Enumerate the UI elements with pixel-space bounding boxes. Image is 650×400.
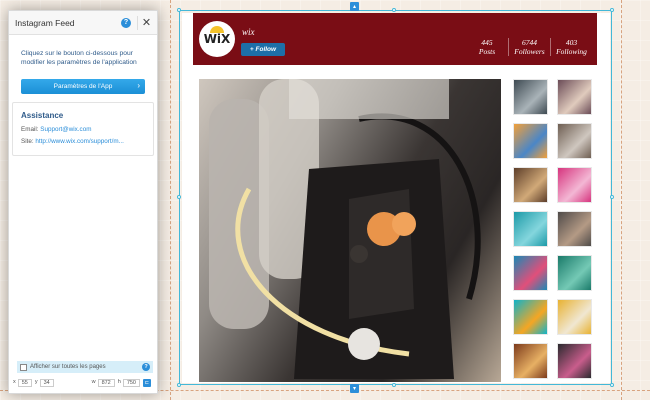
resize-handle[interactable] — [392, 383, 396, 387]
help-icon[interactable]: ? — [142, 363, 150, 371]
w-label: w — [91, 379, 96, 385]
panel-intro-text: Cliquez sur le bouton ci-dessous pour mo… — [21, 50, 137, 66]
bottom-anchor-icon[interactable]: ▾ — [350, 384, 359, 393]
resize-handle[interactable] — [610, 195, 614, 199]
help-icon[interactable]: ? — [121, 17, 131, 28]
panel-header: Instagram Feed ? ✕ — [9, 11, 157, 35]
support-email-link[interactable]: Support@wix.com — [40, 126, 91, 133]
h-label: h — [117, 379, 121, 385]
resize-handle[interactable] — [177, 8, 181, 12]
assistance-box: Assistance Email: Support@wix.com Site: … — [12, 102, 154, 156]
x-input[interactable]: 55 — [17, 379, 32, 387]
height-input[interactable]: 750 — [122, 379, 140, 387]
email-label: Email: — [21, 126, 39, 133]
show-on-all-pages-label: Afficher sur toutes les pages — [30, 364, 106, 370]
resize-handle[interactable] — [610, 383, 614, 387]
show-on-all-pages-row: Afficher sur toutes les pages ? — [17, 361, 153, 373]
layout-guide — [170, 0, 171, 400]
x-label: x — [13, 379, 16, 385]
assistance-title: Assistance — [21, 111, 64, 120]
resize-handle[interactable] — [610, 8, 614, 12]
resize-handle[interactable] — [177, 383, 181, 387]
layout-guide — [621, 0, 622, 400]
selection-frame[interactable]: ▴ ▾ — [177, 2, 614, 393]
settings-panel: Instagram Feed ? ✕ Cliquez sur le bouton… — [8, 10, 158, 394]
site-row: Site: http://www.wix.com/support/m... — [21, 138, 145, 145]
app-settings-label: Paramètres de l'App — [53, 83, 113, 90]
y-label: y — [34, 379, 38, 385]
support-site-link[interactable]: http://www.wix.com/support/m... — [35, 138, 124, 145]
panel-title: Instagram Feed — [15, 17, 75, 28]
email-row: Email: Support@wix.com — [21, 126, 145, 133]
top-anchor-icon[interactable]: ▴ — [350, 2, 359, 11]
resize-handle[interactable] — [392, 8, 396, 12]
show-on-all-pages-checkbox[interactable] — [20, 363, 27, 371]
close-icon[interactable]: ✕ — [137, 15, 151, 30]
resize-handle[interactable] — [177, 195, 181, 199]
position-size-bar: x 55 y 34 w 872 h 750 ⊏ — [13, 379, 153, 387]
y-input[interactable]: 34 — [39, 379, 54, 387]
width-input[interactable]: 872 — [97, 379, 115, 387]
site-label: Site: — [21, 138, 34, 145]
app-settings-button[interactable]: Paramètres de l'App › — [21, 79, 145, 94]
chevron-right-icon: › — [137, 81, 140, 90]
proportion-lock-icon[interactable]: ⊏ — [143, 379, 151, 387]
